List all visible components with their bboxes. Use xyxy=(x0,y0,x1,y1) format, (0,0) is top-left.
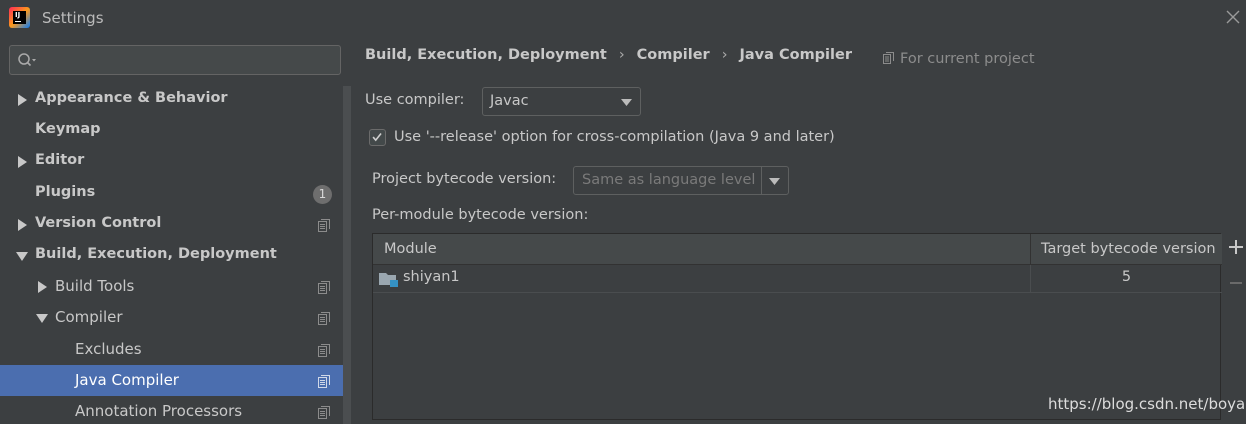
sidebar-item-version-control[interactable]: Version Control xyxy=(0,209,343,240)
sidebar-item-editor[interactable]: Editor xyxy=(0,146,343,177)
project-scope-icon xyxy=(318,406,330,419)
module-folder-icon xyxy=(379,273,398,287)
module-name-cell: shiyan1 xyxy=(403,269,460,285)
close-icon[interactable] xyxy=(1224,8,1242,26)
compiler-select[interactable]: Javac xyxy=(482,87,641,116)
release-option-checkbox[interactable] xyxy=(369,129,386,146)
window-title: Settings xyxy=(42,9,104,27)
settings-sidebar: Appearance & Behavior Keymap Editor Plugins… xyxy=(0,36,351,424)
select-divider xyxy=(761,167,762,194)
sidebar-item-label: Annotation Processors xyxy=(75,402,243,420)
sidebar-item-label: Java Compiler xyxy=(75,371,179,389)
project-bytecode-label: Project bytecode version: xyxy=(372,171,557,187)
search-input[interactable] xyxy=(46,50,336,70)
java-compiler-panel: Build, Execution, Deployment › Compiler › Ja… xyxy=(351,36,1246,424)
sidebar-item-appearance-and-behavior[interactable]: Appearance & Behavior xyxy=(0,84,343,115)
title-bar: IJ Settings xyxy=(0,0,1246,36)
sidebar-item-label: Plugins xyxy=(35,184,96,200)
breadcrumb-item: Build, Execution, Deployment xyxy=(365,47,607,63)
breadcrumb-item: Compiler xyxy=(636,47,710,63)
sidebar-item-label: Appearance & Behavior xyxy=(35,90,228,106)
table-header: Module Target bytecode version xyxy=(373,234,1222,265)
per-module-label: Per-module bytecode version: xyxy=(372,207,589,223)
table-row[interactable]: shiyan1 5 xyxy=(373,265,1222,293)
sidebar-item-java-compiler[interactable]: Java Compiler xyxy=(0,365,351,396)
collapsed-arrow-icon[interactable] xyxy=(16,219,28,231)
project-bytecode-select[interactable]: Same as language level xyxy=(573,166,789,195)
breadcrumb-separator: › xyxy=(721,47,728,63)
project-scope-icon xyxy=(318,281,330,294)
project-scope-icon xyxy=(318,219,330,232)
sidebar-scrollbar[interactable] xyxy=(343,86,351,424)
breadcrumb-separator: › xyxy=(618,47,625,63)
sidebar-item-build-tools[interactable]: Build Tools xyxy=(0,271,343,302)
sidebar-item-keymap[interactable]: Keymap xyxy=(0,115,343,146)
project-scope-icon xyxy=(883,52,894,64)
sidebar-item-label: Compiler xyxy=(55,308,123,326)
checkmark-icon xyxy=(372,133,382,142)
column-header-module[interactable]: Module xyxy=(384,241,437,257)
sidebar-item-annotation-processors[interactable]: Annotation Processors xyxy=(0,396,343,424)
intellij-logo-icon: IJ xyxy=(9,7,30,28)
add-icon[interactable] xyxy=(1227,238,1245,256)
sidebar-item-label: Excludes xyxy=(75,340,142,358)
search-icon[interactable] xyxy=(17,52,37,68)
sidebar-item-excludes[interactable]: Excludes xyxy=(0,334,343,365)
watermark-url: https://blog.csdn.net/boyas xyxy=(1048,395,1246,413)
breadcrumb: Build, Execution, Deployment › Compiler › Ja… xyxy=(365,47,852,63)
expanded-arrow-icon[interactable] xyxy=(16,250,28,262)
search-box[interactable] xyxy=(9,45,341,75)
remove-icon[interactable] xyxy=(1227,274,1245,292)
sidebar-item-label: Build Tools xyxy=(55,277,135,295)
scope-note-label: For current project xyxy=(900,51,1035,67)
use-compiler-label: Use compiler: xyxy=(365,92,465,108)
collapsed-arrow-icon[interactable] xyxy=(36,281,48,293)
collapsed-arrow-icon[interactable] xyxy=(16,94,28,106)
sidebar-item-compiler[interactable]: Compiler xyxy=(0,302,343,333)
chevron-down-icon xyxy=(621,99,632,106)
column-header-target[interactable]: Target bytecode version xyxy=(1041,241,1216,257)
project-scope-icon xyxy=(318,312,330,325)
project-bytecode-value: Same as language level xyxy=(582,172,756,188)
scope-note: For current project xyxy=(883,51,1035,67)
project-scope-icon xyxy=(318,375,330,388)
expanded-arrow-icon[interactable] xyxy=(36,312,48,324)
target-version-cell[interactable]: 5 xyxy=(1031,269,1222,285)
sidebar-item-build-execution-deployment[interactable]: Build, Execution, Deployment xyxy=(0,240,343,271)
sidebar-item-plugins[interactable]: Plugins 1 xyxy=(0,178,343,209)
module-bytecode-table: Module Target bytecode version shiyan1 5 xyxy=(372,233,1222,420)
release-option-label[interactable]: Use '--release' option for cross-compila… xyxy=(394,129,835,145)
sidebar-item-label: Build, Execution, Deployment xyxy=(35,246,277,262)
column-divider[interactable] xyxy=(1030,234,1031,265)
project-scope-icon xyxy=(318,344,330,357)
sidebar-item-label: Version Control xyxy=(35,215,162,231)
collapsed-arrow-icon[interactable] xyxy=(16,156,28,168)
sidebar-item-label: Keymap xyxy=(35,121,101,137)
logo-text: IJ xyxy=(15,11,21,19)
compiler-select-value: Javac xyxy=(490,93,529,109)
chevron-down-icon xyxy=(769,178,780,185)
sidebar-item-label: Editor xyxy=(35,152,85,168)
plugins-update-badge: 1 xyxy=(313,185,332,204)
breadcrumb-item: Java Compiler xyxy=(739,47,852,63)
